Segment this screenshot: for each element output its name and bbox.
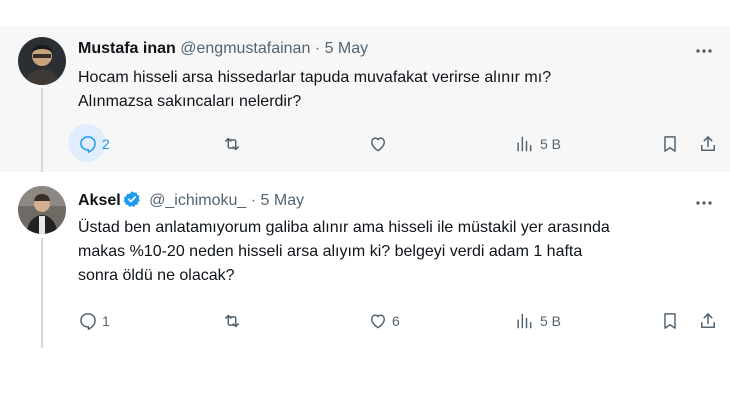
tweet-header: Mustafa inan @engmustafainan · 5 May (78, 40, 368, 58)
reply-icon (80, 136, 96, 153)
retweet-button[interactable] (222, 131, 242, 157)
bookmark-icon (664, 313, 676, 329)
tweet-text-line: Hocam hisseli arsa hissedarlar tapuda mu… (78, 69, 552, 86)
retweet-button[interactable] (222, 308, 242, 334)
user-handle[interactable]: @engmustafainan (180, 40, 310, 57)
like-button[interactable]: 6 (368, 308, 400, 334)
tweet-header: Aksel @_ichimoku_ · 5 May (78, 190, 304, 213)
action-bar: 1 6 5 B (78, 308, 718, 334)
tweet-text: Hocam hisseli arsa hissedarlar tapuda mu… (78, 66, 718, 114)
views-count: 5 B (540, 136, 562, 152)
like-button[interactable] (368, 131, 388, 157)
verified-badge-icon (123, 190, 141, 213)
display-name[interactable]: Aksel (78, 192, 121, 209)
bookmark-button[interactable] (660, 308, 680, 334)
like-icon (371, 137, 385, 152)
thread-line (41, 88, 43, 172)
views-icon (517, 136, 532, 152)
avatar[interactable] (18, 186, 66, 234)
share-icon (701, 313, 715, 328)
tweet-text-line: Alınmazsa sakıncaları nelerdir? (78, 93, 302, 110)
share-icon (701, 136, 715, 151)
reply-button[interactable]: 1 (78, 308, 110, 334)
tweet-date[interactable]: · 5 May (251, 192, 304, 209)
tweet-text-line: sonra öldü ne olacak? (78, 267, 235, 284)
tweet-text-line: makas %10-20 neden hisseli arsa alıyım k… (78, 243, 583, 260)
share-button[interactable] (698, 308, 718, 334)
tweet-date[interactable]: · 5 May (315, 40, 368, 57)
views-count: 5 B (540, 313, 562, 329)
bookmark-button[interactable] (660, 131, 680, 157)
share-button[interactable] (698, 131, 718, 157)
reply-button[interactable]: 2 (68, 124, 110, 162)
reply-icon (80, 313, 96, 330)
retweet-icon (225, 137, 239, 151)
thread-line (41, 238, 43, 348)
reply-count: 1 (102, 313, 110, 329)
retweet-icon (225, 314, 239, 328)
views-icon (517, 313, 532, 329)
reply-count: 2 (102, 136, 110, 152)
tweet-text-line: Üstad ben anlatamıyorum galiba alınır am… (78, 219, 610, 236)
views-button[interactable]: 5 B (514, 308, 561, 334)
views-button[interactable]: 5 B (514, 131, 561, 157)
action-bar: 2 5 B (68, 124, 718, 162)
avatar[interactable] (18, 37, 66, 85)
tweet-aksel[interactable]: Aksel @_ichimoku_ · 5 May Üstad ben anla… (0, 176, 730, 348)
like-count: 6 (392, 313, 400, 329)
display-name[interactable]: Mustafa inan (78, 40, 176, 57)
like-icon (371, 314, 385, 329)
more-icon[interactable] (694, 193, 714, 213)
tweet-text: Üstad ben anlatamıyorum galiba alınır am… (78, 216, 718, 288)
user-handle[interactable]: @_ichimoku_ (149, 192, 246, 209)
more-icon[interactable] (694, 41, 714, 61)
tweet-mustafa[interactable]: Mustafa inan @engmustafainan · 5 May Hoc… (0, 26, 730, 172)
bookmark-icon (664, 136, 676, 152)
